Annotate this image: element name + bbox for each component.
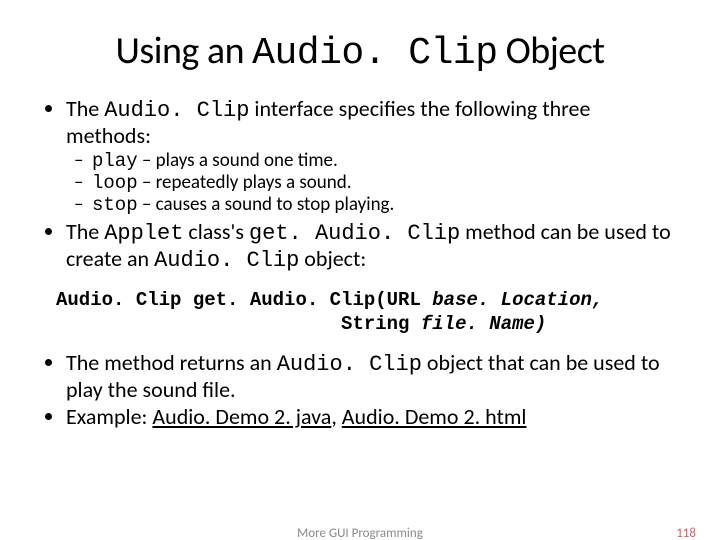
- play-code: play: [92, 150, 138, 172]
- b2-code3: Audio. Clip: [154, 248, 299, 273]
- loop-desc: – repeatedly plays a sound.: [138, 171, 352, 194]
- b4-sep: ,: [331, 403, 341, 430]
- play-desc: – plays a sound one time.: [138, 149, 338, 172]
- title-pre: Using an: [115, 28, 252, 74]
- method-list: play – plays a sound one time. loop – re…: [66, 150, 680, 216]
- b1-code: Audio. Clip: [104, 98, 249, 123]
- b1-pre: The: [66, 95, 104, 122]
- b3-pre: The method returns an: [66, 349, 277, 376]
- b2-mid1: class's: [183, 218, 249, 245]
- method-stop: stop – causes a sound to stop playing.: [92, 194, 680, 216]
- b4-pre: Example:: [66, 403, 152, 430]
- b3-code: Audio. Clip: [277, 352, 422, 377]
- bullet-list-2: The method returns an Audio. Clip object…: [40, 351, 680, 430]
- sig-l1b: base. Location,: [432, 289, 603, 311]
- bullet-1: The Audio. Clip interface specifies the …: [66, 97, 680, 216]
- bullet-3: The method returns an Audio. Clip object…: [66, 351, 680, 402]
- title-post: Object: [498, 28, 605, 74]
- b2-code2: get. Audio. Clip: [249, 221, 460, 246]
- stop-desc: – causes a sound to stop playing.: [138, 193, 395, 216]
- method-loop: loop – repeatedly plays a sound.: [92, 172, 680, 194]
- b2-post: object:: [299, 245, 366, 272]
- example-link-java[interactable]: Audio. Demo 2. java: [152, 403, 331, 430]
- page-number: 118: [676, 526, 696, 540]
- sig-l2b: file. Name): [421, 313, 546, 335]
- b2-code1: Applet: [104, 221, 183, 246]
- bullet-list: The Audio. Clip interface specifies the …: [40, 97, 680, 274]
- method-play: play – plays a sound one time.: [92, 150, 680, 172]
- slide: Using an Audio. Clip Object The Audio. C…: [0, 0, 720, 540]
- bullet-2: The Applet class's get. Audio. Clip meth…: [66, 220, 680, 273]
- title-code: Audio. Clip: [252, 32, 497, 75]
- stop-code: stop: [92, 194, 138, 216]
- footer-text: More GUI Programming: [0, 526, 720, 540]
- page-title: Using an Audio. Clip Object: [40, 28, 680, 75]
- sig-l2pad: [56, 313, 341, 335]
- bullet-4: Example: Audio. Demo 2. java, Audio. Dem…: [66, 405, 680, 430]
- b2-pre: The: [66, 218, 104, 245]
- sig-l1a: Audio. Clip get. Audio. Clip(URL: [56, 289, 432, 311]
- sig-l2a: String: [341, 313, 421, 335]
- loop-code: loop: [92, 172, 138, 194]
- example-link-html[interactable]: Audio. Demo 2. html: [342, 403, 527, 430]
- method-signature: Audio. Clip get. Audio. Clip(URL base. L…: [56, 288, 680, 337]
